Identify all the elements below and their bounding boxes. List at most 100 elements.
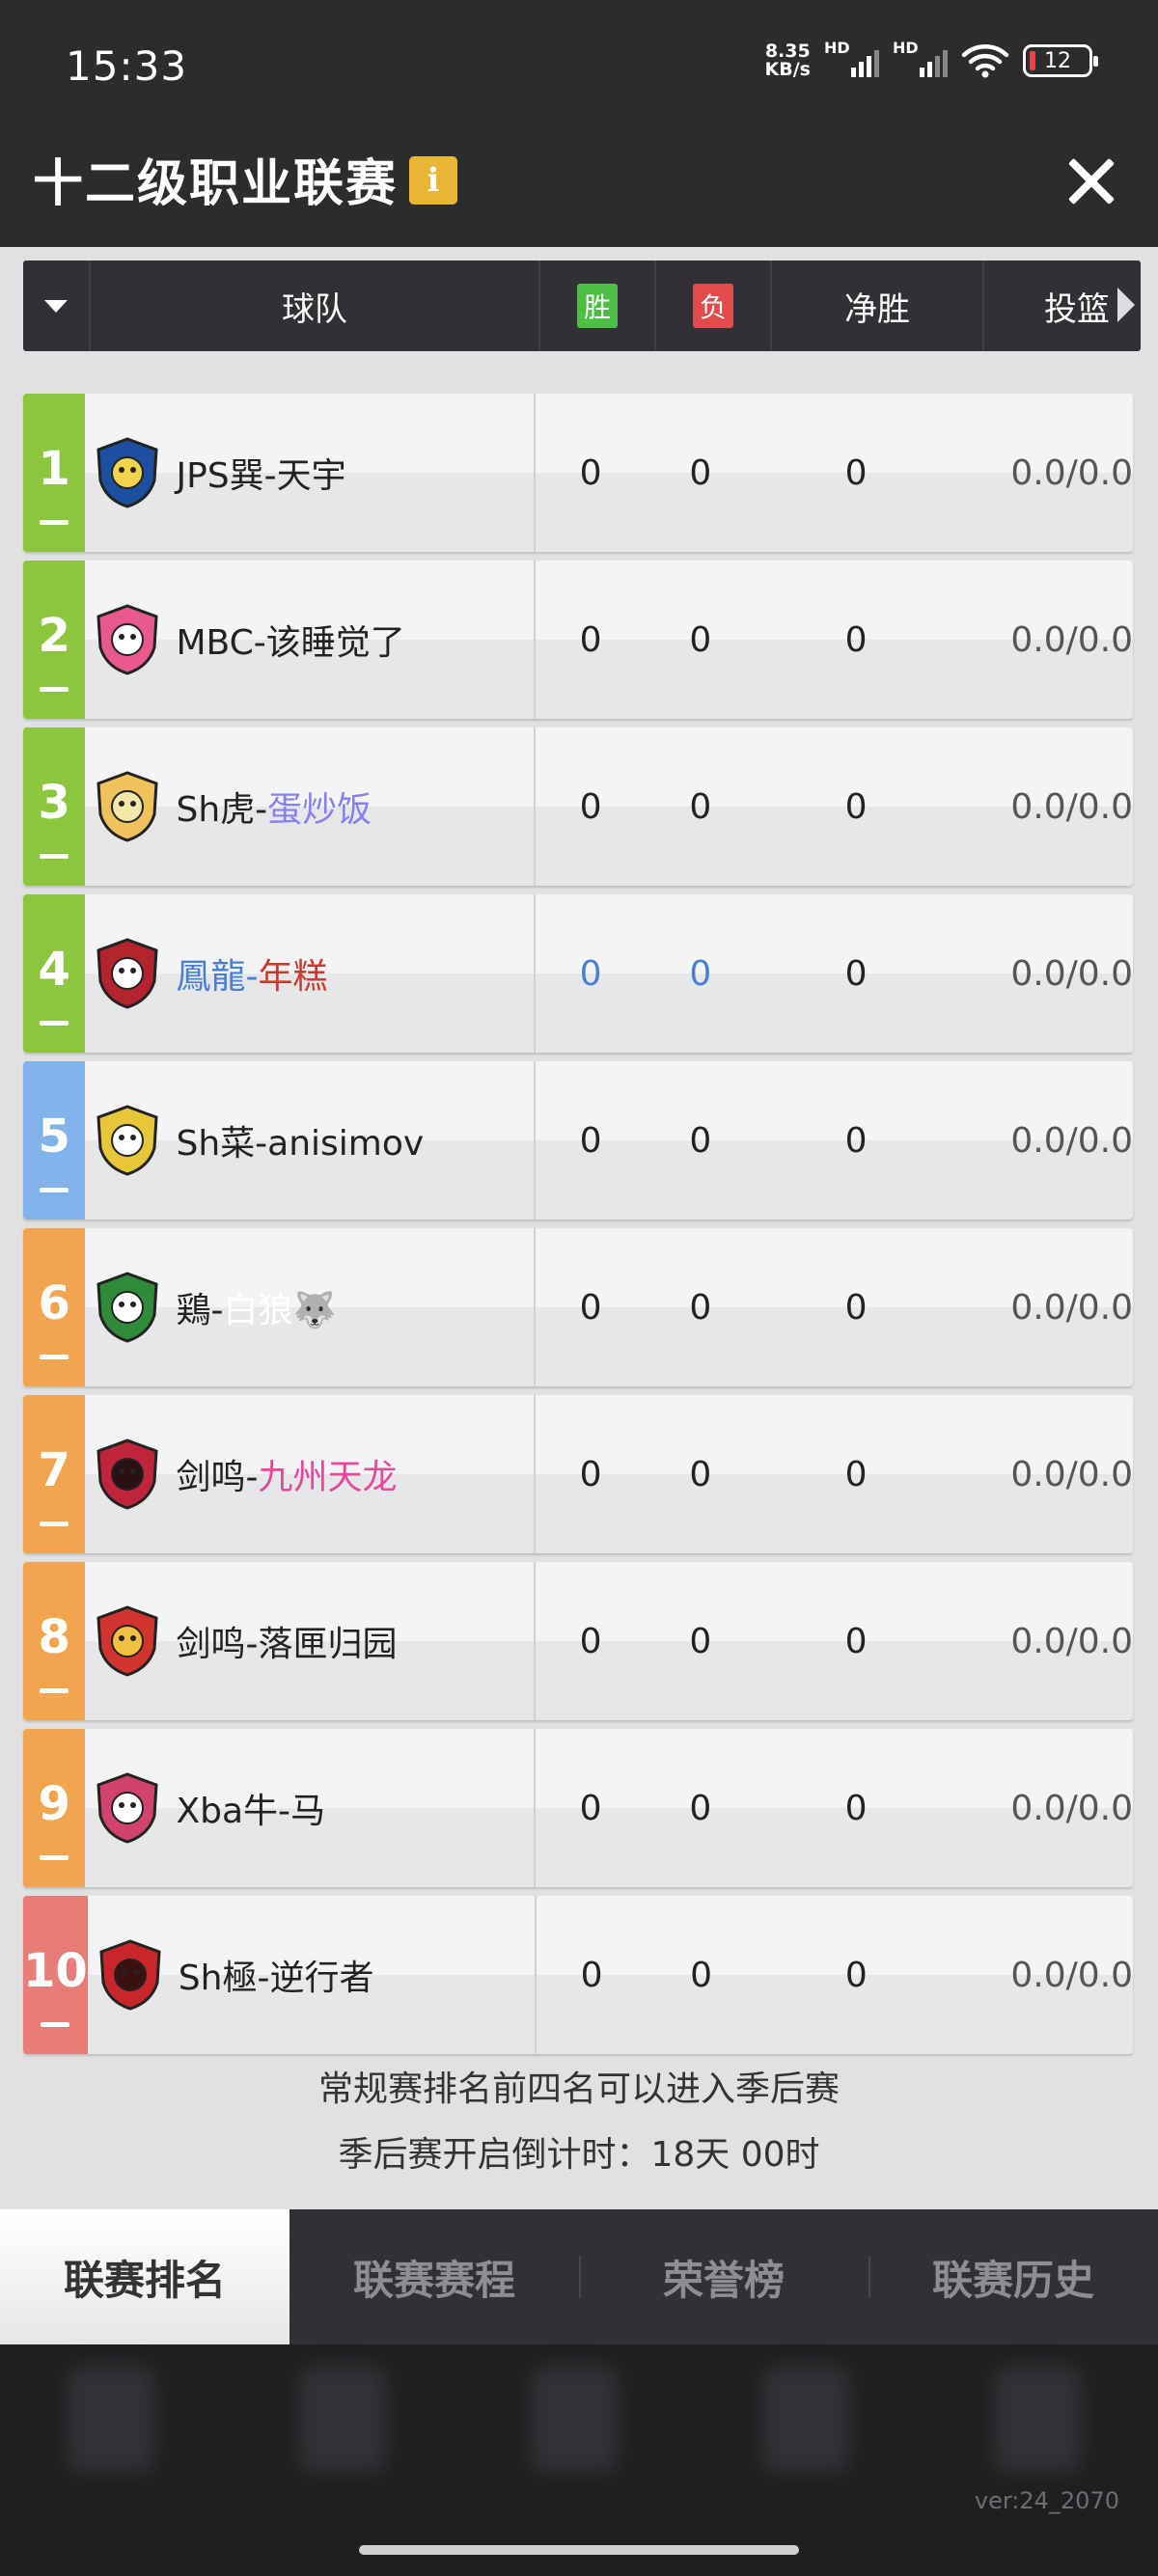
team-prefix: MBC- (176, 623, 266, 663)
player-name: 年糕 (258, 957, 328, 997)
team-row[interactable]: 6 鶏-白狼🐺 0 0 0 0.0/0.0 (23, 1228, 1133, 1386)
header-team: 球队 (91, 260, 540, 351)
rank-change-dash-icon (40, 520, 69, 525)
losses-value: 0 (689, 1621, 712, 1661)
team-row[interactable]: 3 Sh虎-蛋炒饭 0 0 0 0.0/0.0 (23, 727, 1133, 886)
team-cell[interactable]: Xba牛-马 (85, 1729, 537, 1887)
team-row[interactable]: 4 鳳龍-年糕 0 0 0 0.0/0.0 (23, 894, 1133, 1053)
rank-badge: 9 (23, 1729, 86, 1887)
playoff-countdown-text: 季后赛开启倒计时：18天 00时 (338, 2135, 820, 2175)
team-name: Sh菜-anisimov (176, 1115, 424, 1165)
loss-badge: 负 (692, 284, 733, 328)
team-cell[interactable]: 剑鸣-九州天龙 (85, 1395, 537, 1553)
signal-icon: HD (824, 39, 879, 77)
team-name: 剑鸣-落匣归园 (176, 1616, 397, 1666)
net-wins-value: 0 (844, 1955, 868, 1995)
wins-value: 0 (579, 953, 602, 994)
team-prefix: 鳳龍- (176, 957, 259, 997)
header-loss: 负 (656, 260, 772, 351)
net-wins-value: 0 (844, 786, 868, 827)
rank-number: 3 (38, 776, 70, 830)
team-logo-icon (96, 1605, 159, 1677)
net-speed: 8.35 KB/s (765, 42, 811, 79)
tab-standings[interactable]: 联赛排名 (0, 2209, 290, 2344)
losses-value: 0 (689, 619, 712, 660)
team-row[interactable]: 10 Sh極-逆行者 0 0 0 0.0/0.0 (23, 1896, 1133, 2054)
team-cell[interactable]: 鶏-白狼🐺 (85, 1228, 537, 1386)
rank-number: 1 (38, 442, 70, 496)
losses-value: 0 (690, 1955, 712, 1995)
sort-dropdown-button[interactable] (23, 260, 91, 351)
net-wins-value: 0 (844, 452, 868, 493)
team-row[interactable]: 2 MBC-该睡觉了 0 0 0 0.0/0.0 (23, 561, 1133, 719)
rank-change-dash-icon (40, 1855, 69, 1860)
rank-change-dash-icon (40, 687, 69, 692)
sim2-hd-label: HD (893, 39, 919, 57)
scroll-right-arrow-icon[interactable] (1117, 288, 1135, 322)
rank-number: 8 (38, 1610, 70, 1664)
bottom-nav-blurred: ver:24_2070 (0, 2344, 1158, 2576)
shooting-value: 0.0/0.0 (1010, 619, 1133, 660)
tab-honors[interactable]: 荣誉榜 (579, 2209, 868, 2344)
team-row[interactable]: 5 Sh菜-anisimov 0 0 0 0.0/0.0 (23, 1061, 1133, 1219)
player-name: 天宇 (276, 456, 346, 496)
wins-value: 0 (579, 1788, 602, 1828)
win-badge: 胜 (576, 284, 618, 328)
playoff-rule-text: 常规赛排名前四名可以进入季后赛 (317, 2069, 840, 2109)
team-cell[interactable]: MBC-该睡觉了 (85, 561, 537, 719)
tab-schedule[interactable]: 联赛赛程 (290, 2209, 579, 2344)
info-icon[interactable]: i (409, 156, 457, 205)
team-row[interactable]: 8 剑鸣-落匣归园 0 0 0 0.0/0.0 (23, 1562, 1133, 1720)
player-name: 九州天龙 (258, 1458, 398, 1497)
shooting-value: 0.0/0.0 (1010, 1955, 1133, 1995)
team-cell[interactable]: 剑鸣-落匣归园 (85, 1562, 537, 1720)
team-cell[interactable]: Sh虎-蛋炒饭 (85, 727, 537, 886)
rank-change-dash-icon (40, 1355, 69, 1359)
rank-badge: 4 (23, 894, 86, 1053)
rank-change-dash-icon (40, 1188, 69, 1192)
player-name: 白狼🐺 (223, 1291, 337, 1330)
team-prefix: Sh菜- (176, 1124, 268, 1164)
standings-list[interactable]: 1 JPS巽-天宇 0 0 0 0.0/0.0 2 MBC-该睡觉了 0 0 0… (23, 394, 1133, 2063)
team-cell[interactable]: 鳳龍-年糕 (85, 894, 537, 1053)
signal-icon-2: HD (893, 39, 948, 77)
team-name: JPS巽-天宇 (176, 448, 345, 498)
tab-history[interactable]: 联赛历史 (868, 2209, 1158, 2344)
wins-value: 0 (580, 1955, 603, 1995)
team-logo-icon (96, 771, 159, 842)
net-speed-unit: KB/s (764, 59, 811, 80)
rank-number: 2 (38, 609, 70, 663)
team-row[interactable]: 9 Xba牛-马 0 0 0 0.0/0.0 (23, 1729, 1133, 1887)
team-row[interactable]: 1 JPS巽-天宇 0 0 0 0.0/0.0 (23, 394, 1133, 552)
wins-value: 0 (579, 1621, 602, 1661)
losses-value: 0 (689, 1120, 712, 1161)
header-win: 胜 (540, 260, 656, 351)
team-cell[interactable]: Sh菜-anisimov (85, 1061, 537, 1219)
team-prefix: Sh虎- (176, 790, 268, 830)
team-logo-icon (96, 1439, 159, 1510)
team-name: Xba牛-马 (176, 1783, 325, 1833)
team-name: 鶏-白狼🐺 (176, 1282, 336, 1332)
team-cell[interactable]: Sh極-逆行者 (88, 1896, 538, 2054)
shooting-value: 0.0/0.0 (1010, 1621, 1133, 1661)
net-wins-value: 0 (844, 1788, 868, 1828)
home-indicator[interactable] (359, 2545, 799, 2555)
team-cell[interactable]: JPS巽-天宇 (85, 394, 537, 552)
team-prefix: Xba牛- (176, 1792, 291, 1831)
shooting-value: 0.0/0.0 (1010, 1788, 1133, 1828)
header-shooting: 投篮 (984, 260, 1141, 351)
team-logo-icon (96, 938, 159, 1009)
team-name: 剑鸣-九州天龙 (176, 1449, 397, 1499)
rank-change-dash-icon (40, 1688, 69, 1693)
team-logo-icon (96, 604, 159, 675)
rank-change-dash-icon (40, 1021, 69, 1026)
wins-value: 0 (579, 786, 602, 827)
team-logo-icon (96, 1772, 159, 1844)
close-button[interactable] (1060, 151, 1121, 212)
rank-number: 7 (38, 1443, 70, 1497)
team-row[interactable]: 7 剑鸣-九州天龙 0 0 0 0.0/0.0 (23, 1395, 1133, 1553)
rank-badge: 7 (23, 1395, 86, 1553)
header-net-win: 净胜 (772, 260, 984, 351)
losses-value: 0 (689, 1287, 712, 1328)
sim1-hd-label: HD (824, 39, 850, 57)
